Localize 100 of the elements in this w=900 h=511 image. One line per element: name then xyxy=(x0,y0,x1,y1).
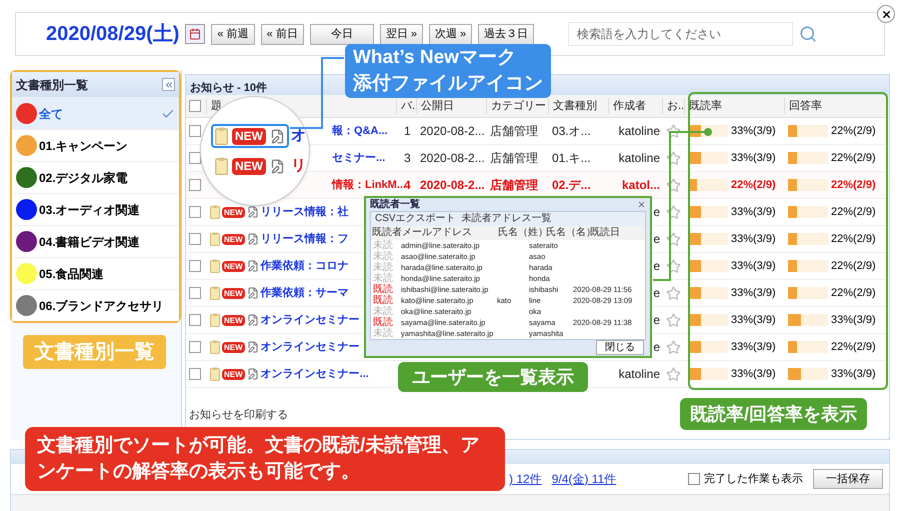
row-checkbox[interactable] xyxy=(189,206,201,218)
nav-button[interactable]: 今日 xyxy=(310,24,374,44)
category-label: 全て xyxy=(39,106,64,122)
star-icon[interactable] xyxy=(666,232,681,246)
new-badge: NEW xyxy=(232,158,266,174)
column-header[interactable]: 文書種別 xyxy=(553,100,597,112)
rate-text: 33%(3/9) xyxy=(831,312,876,328)
edit-document-icon xyxy=(246,341,259,353)
row-checkbox[interactable] xyxy=(189,152,201,164)
new-badge: NEW xyxy=(222,206,245,218)
callout-text: 添付ファイルアイコン xyxy=(353,72,543,96)
author-cell-text: katoline xyxy=(618,150,660,167)
notice-title[interactable]: 情報：LinkM... xyxy=(332,176,406,194)
show-done-label: 完了した作業も表示 xyxy=(704,472,803,487)
read-status: 既読 xyxy=(372,284,394,295)
category-item[interactable]: 06.ブランドアクセサリ xyxy=(12,289,179,321)
column-header[interactable]: カテゴリー xyxy=(491,100,546,112)
notice-title[interactable]: セミナー... xyxy=(332,150,386,166)
row-checkbox[interactable] xyxy=(189,233,201,245)
dialog-column-header: 既読者 xyxy=(371,226,401,240)
rate-text: 33%(3/9) xyxy=(731,312,776,328)
row-checkbox[interactable] xyxy=(189,314,201,326)
row-checkbox[interactable] xyxy=(189,287,201,299)
notice-title[interactable]: オンラインセミナー xyxy=(260,312,360,328)
star-icon[interactable] xyxy=(666,124,681,138)
new-badge: NEW xyxy=(222,368,245,380)
star-icon[interactable] xyxy=(666,312,681,328)
rate-text: 33%(3/9) xyxy=(731,150,776,166)
author-cell-text: katoline xyxy=(618,123,660,140)
rate-text: 22%(2/9) xyxy=(831,232,876,247)
nav-button[interactable]: « 前日 xyxy=(260,24,304,44)
nav-button[interactable]: 翌日 » xyxy=(380,24,423,44)
notice-title[interactable]: リリース情報：社 xyxy=(260,204,349,220)
author-cell-text: katoline xyxy=(618,366,660,383)
toolbar-link[interactable]: 未読者アドレス一覧 xyxy=(462,212,552,226)
star-icon[interactable] xyxy=(666,150,681,166)
collapse-icon xyxy=(164,80,174,90)
row-checkbox[interactable] xyxy=(189,260,201,272)
notice-title[interactable]: 作業依頼：サーマ xyxy=(260,284,349,302)
column-header[interactable]: 公開日 xyxy=(421,100,454,112)
calendar-button[interactable] xyxy=(185,24,206,44)
search-field[interactable]: 検索語を入力してください xyxy=(568,22,794,46)
category-label: 05.食品関連 xyxy=(39,266,105,282)
row-checkbox[interactable] xyxy=(189,125,201,137)
version-cell-text: 3 xyxy=(403,150,412,167)
nav-button[interactable]: 次週 » xyxy=(428,24,472,44)
row-checkbox[interactable] xyxy=(189,368,201,380)
star-icon[interactable] xyxy=(666,286,681,300)
category-item[interactable]: 全て xyxy=(12,97,179,129)
date-cell-text: 2020-08-2... xyxy=(419,150,486,167)
notice-title[interactable]: 報：Q&A... xyxy=(332,122,388,140)
dialog-close-button[interactable]: 閉じる xyxy=(596,340,644,355)
star-icon[interactable] xyxy=(666,258,681,274)
read-status: 未読 xyxy=(372,240,394,251)
close-icon xyxy=(880,8,892,20)
edit-document-icon xyxy=(246,314,259,326)
new-badge: NEW xyxy=(222,288,245,298)
close-button[interactable] xyxy=(877,5,895,23)
notice-title[interactable]: オンラインセミナー... xyxy=(260,366,369,382)
rate-text: 22%(2/9) xyxy=(831,258,876,274)
star-icon[interactable] xyxy=(666,178,681,192)
edit-document-icon xyxy=(246,206,259,218)
clipboard-icon xyxy=(210,313,220,327)
author-cell-text: e xyxy=(653,339,660,356)
new-badge: NEW xyxy=(222,342,245,352)
star-icon[interactable] xyxy=(666,366,681,382)
notice-title[interactable]: 作業依頼：コロナ xyxy=(260,258,349,274)
row-checkbox[interactable] xyxy=(189,179,201,191)
show-done-checkbox[interactable] xyxy=(688,473,700,485)
column-header[interactable]: 既読率 xyxy=(689,100,722,112)
rate-text: 33%(3/9) xyxy=(731,340,776,355)
rate-text: 33%(3/9) xyxy=(731,286,776,301)
version-cell-text: 1 xyxy=(403,123,412,140)
nav-button[interactable]: 過去３日 xyxy=(478,24,534,44)
new-badge: NEW xyxy=(222,314,245,326)
print-link[interactable]: お知らせを印刷する xyxy=(189,406,288,423)
close-icon[interactable] xyxy=(637,200,646,209)
rate-text: 22%(2/9) xyxy=(731,178,776,193)
column-header[interactable]: 回答率 xyxy=(789,100,822,112)
read-status: 未読 xyxy=(372,306,394,317)
star-icon[interactable] xyxy=(666,340,681,354)
select-all-checkbox[interactable] xyxy=(189,100,201,112)
dialog-column-header: 氏名（姓） xyxy=(497,226,545,240)
row-checkbox[interactable] xyxy=(189,341,201,353)
sidebar-callout: 文書種別一覧 xyxy=(23,335,166,369)
nav-button[interactable]: « 前週 xyxy=(211,24,255,44)
toolbar-link[interactable]: CSVエクスポート xyxy=(375,212,456,226)
collapse-button[interactable] xyxy=(162,78,175,91)
notice-title[interactable]: リリース情報：フ xyxy=(260,230,349,248)
clipboard-icon xyxy=(210,205,220,219)
column-header[interactable]: 作成者 xyxy=(613,100,646,112)
star-icon[interactable] xyxy=(666,204,681,220)
date-link[interactable]: 9/4(金) 11件 xyxy=(552,470,616,488)
rate-text: 22%(2/9) xyxy=(831,124,876,139)
notice-title[interactable]: オンラインセミナー xyxy=(260,338,360,356)
column-header[interactable]: お.. xyxy=(667,100,684,112)
save-all-button[interactable]: 一括保存 xyxy=(813,469,883,489)
sidebar-title: 文書種別一覧 xyxy=(16,76,88,94)
search-icon[interactable] xyxy=(799,25,818,43)
date-link[interactable]: ) 12件 xyxy=(509,470,542,488)
